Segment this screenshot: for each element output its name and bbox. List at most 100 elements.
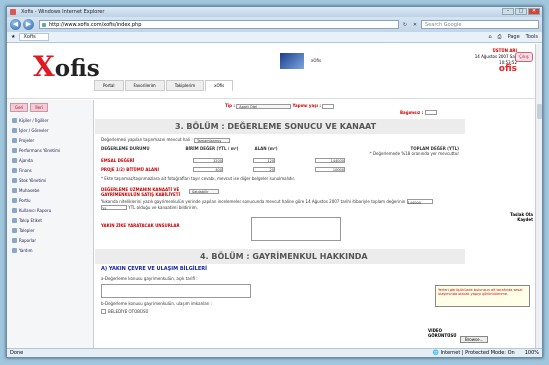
- reports-icon: [12, 237, 17, 243]
- sidebar-item-tasks[interactable]: İşler / Görevler: [7, 125, 93, 135]
- minimize-button[interactable]: –: [502, 8, 514, 15]
- performance-icon: [12, 147, 17, 153]
- forward-link[interactable]: İleri: [30, 103, 48, 112]
- tools-menu[interactable]: Tools: [526, 34, 538, 40]
- opinion-text-end: YTL olduğu ve kanaatimi bildiririm.: [128, 204, 198, 210]
- row-emsal-unit[interactable]: 1200: [193, 157, 223, 163]
- row-emsal-label: EMSAL DEĞERİ: [101, 157, 135, 163]
- row-project-unit[interactable]: 400: [193, 166, 223, 172]
- bus-label: BELEDİYE OTOBÜSÜ: [108, 308, 149, 314]
- unit-label: Bağımsız :: [400, 109, 424, 115]
- favorites-star-icon[interactable]: ★: [11, 34, 15, 40]
- contacts-icon: [12, 117, 17, 123]
- address-desc-label: a-Değerleme konusu gayrimenkulün, açık t…: [101, 275, 198, 281]
- page-content: Xofis xOfis ÜSTÜN ARI 14 Ağustos 2007 Sa…: [7, 44, 535, 348]
- logo-small: ofis: [498, 64, 517, 74]
- col-unit-value: BİRİM DEĞER (YTL / m²): [185, 145, 239, 151]
- app-header: Xofis xOfis ÜSTÜN ARI 14 Ağustos 2007 Sa…: [7, 44, 535, 99]
- nav-tracking[interactable]: Takiplerim: [165, 80, 205, 91]
- tag-icon: [12, 217, 17, 223]
- opinion-value-field[interactable]: 144000: [406, 199, 433, 205]
- row-project-area[interactable]: 25: [253, 166, 275, 172]
- sidebar-item-stock[interactable]: Stok Yönetimi: [7, 175, 93, 185]
- status-bar: Done 🌐 Internet | Protected Mode: On 100…: [7, 348, 542, 357]
- help-icon: [12, 247, 17, 253]
- tip-select[interactable]: Apart Otel: [236, 103, 292, 109]
- section-4-title: 4. BÖLÜM : GAYRİMENKUL HAKKINDA: [95, 248, 465, 264]
- opinion-text: Yukarıda niteliklerini yazılı gayrimenku…: [101, 198, 406, 204]
- sidebar-item-agenda[interactable]: Ajanda: [7, 155, 93, 165]
- projects-icon: [12, 137, 17, 143]
- form-area: Tip : Apart Otel Yapımı yaşı : Bağımsız …: [95, 100, 530, 348]
- sidebar-item-finance[interactable]: Finans: [7, 165, 93, 175]
- sidebar-item-performance[interactable]: Performans Yönetimi: [7, 145, 93, 155]
- refresh-icon[interactable]: ↻: [401, 22, 409, 28]
- security-zone: 🌐 Internet | Protected Mode: On: [432, 350, 515, 356]
- url-field[interactable]: http://www.xofis.com/xofis/index.php: [39, 20, 399, 29]
- sidebar-item-projects[interactable]: Projeler: [7, 135, 93, 145]
- tasks-icon: [12, 127, 17, 133]
- maximize-button[interactable]: □: [515, 8, 527, 15]
- col-area: ALAN (m²): [254, 145, 278, 151]
- print-icon[interactable]: ⎙: [498, 34, 502, 40]
- save-link[interactable]: Kaydet: [465, 217, 533, 222]
- xofis-logo: Xofis: [33, 50, 100, 83]
- usage-select[interactable]: Tamamlanmış: [193, 137, 230, 143]
- address-bar: ◀ ▶ http://www.xofis.com/xofis/index.php…: [7, 17, 542, 32]
- report-icon: [12, 207, 17, 213]
- market-factors-label: YAKIN ZİKE YARATACAK UNSURLAR: [101, 222, 180, 228]
- agenda-icon: [12, 157, 17, 163]
- sidebar-item-help[interactable]: Yardım: [7, 245, 93, 255]
- forward-button[interactable]: ▶: [23, 19, 34, 30]
- nav-portal[interactable]: Portal: [94, 80, 124, 91]
- status-text: Done: [10, 350, 24, 356]
- main-nav: Portal Favorilerim Takiplerim xOfis: [94, 80, 234, 91]
- sidebar-item-reports[interactable]: Raporlar: [7, 235, 93, 245]
- user-info: ÜSTÜN ARI 14 Ağustos 2007 Salı 10:53:52 …: [475, 48, 517, 74]
- banner-text: xOfis: [311, 58, 322, 63]
- bus-checkbox[interactable]: [101, 308, 106, 314]
- opinion-select[interactable]: Satılabilir: [189, 189, 219, 194]
- logout-button[interactable]: Çıkış: [515, 52, 533, 62]
- page-menu[interactable]: Page: [508, 34, 520, 40]
- sidebar-item-contacts[interactable]: Kişiler / İlgililer: [7, 115, 93, 125]
- zoom-level[interactable]: 100%: [525, 349, 539, 357]
- close-button[interactable]: ✕: [528, 8, 540, 15]
- age-field[interactable]: [322, 103, 335, 109]
- stop-icon[interactable]: ✕: [411, 22, 419, 28]
- sidebar-item-tag[interactable]: Takip Etiket: [7, 215, 93, 225]
- page-icon: [42, 23, 46, 27]
- vertical-scrollbar[interactable]: [535, 44, 542, 348]
- sidebar-item-accounting[interactable]: Muhasebe: [7, 185, 93, 195]
- search-input[interactable]: Search Google: [421, 20, 539, 29]
- scroll-thumb[interactable]: [537, 104, 542, 119]
- browser-window: Xofis - Windows Internet Explorer – □ ✕ ◀ …: [6, 6, 543, 358]
- photos-note: * Ekte taşınmaz/taşınmazlara ait fotoğra…: [101, 175, 296, 181]
- sidebar-item-portal[interactable]: Portlu: [7, 195, 93, 205]
- browser-tab[interactable]: Xofis: [19, 33, 49, 41]
- unit-field[interactable]: [424, 110, 437, 115]
- opinion-label: DEĞERLEME UZMANIN KANAATİ VE GAYRİMENKUL…: [101, 186, 180, 197]
- address-desc-textarea[interactable]: [101, 283, 251, 298]
- nav-xofis[interactable]: xOfis: [205, 80, 234, 91]
- nav-favorites[interactable]: Favorilerim: [124, 80, 165, 91]
- stock-icon: [12, 177, 17, 183]
- transport-label: b-Değerleme konusu gayrimenkulün, ulaşım…: [101, 300, 213, 306]
- section-3-title: 3. BÖLÜM : DEĞERLEME SONUCU VE KANAAT: [95, 119, 465, 134]
- requests-icon: [12, 227, 17, 233]
- row-emsal-total[interactable]: 144000: [315, 157, 345, 163]
- back-button[interactable]: ◀: [10, 19, 21, 30]
- back-link[interactable]: Geri: [10, 103, 29, 112]
- row-emsal-area[interactable]: 120: [253, 157, 275, 163]
- col-status: DEĞERLEME DURUMU: [101, 145, 150, 151]
- portal-icon: [12, 197, 17, 203]
- market-factors-textarea[interactable]: [251, 216, 341, 241]
- row-project-total[interactable]: 10000: [315, 166, 345, 172]
- opinion-percent-field[interactable]: 35: [101, 205, 127, 211]
- sidebar-item-user-report[interactable]: Kullanıcı Raporu: [7, 205, 93, 215]
- sidebar-item-requests[interactable]: Talepler: [7, 225, 93, 235]
- favorites-bar: ★ Xofis ⌂ ⎙ Page Tools: [7, 32, 542, 43]
- home-icon[interactable]: ⌂: [488, 34, 491, 40]
- ie-icon: [10, 9, 16, 15]
- right-column: Taslak Ola Kaydet: [465, 100, 535, 348]
